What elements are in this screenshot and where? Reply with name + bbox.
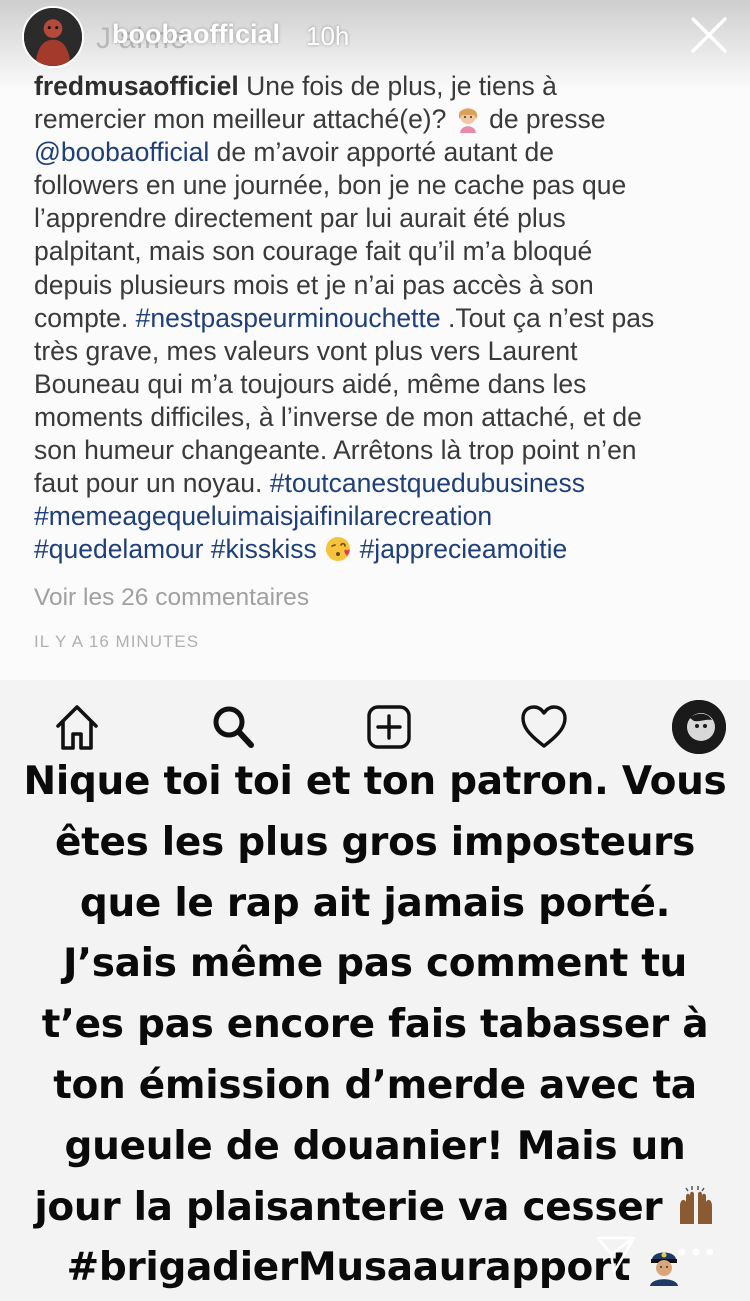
woman-tipping-hand-emoji: [454, 105, 482, 134]
overlay-line-text: ton émission d’merde avec ta: [53, 1062, 697, 1108]
caption-text: palpitant, mais son courage fait qu’il m…: [34, 236, 593, 267]
story-username[interactable]: boobaofficial: [112, 19, 280, 50]
hashtag-link[interactable]: #toutcanestquedubusiness: [270, 468, 585, 498]
caption-text: compte.: [34, 302, 136, 333]
more-options-icon[interactable]: [676, 1242, 716, 1262]
caption-text: l’apprendre directement par lui aurait é…: [34, 203, 566, 234]
send-message-icon[interactable]: [594, 1232, 638, 1276]
face-blowing-kiss-emoji: [324, 535, 352, 563]
caption-text: moments difficiles, à l’inverse de mon a…: [34, 401, 642, 432]
caption-text: depuis plusieurs mois et je n’ai pas acc…: [34, 269, 594, 300]
caption-line: moments difficiles, à l’inverse de mon a…: [34, 401, 744, 434]
caption-line: followers en une journée, bon je ne cach…: [34, 169, 744, 202]
caption-line: depuis plusieurs mois et je n’ai pas acc…: [34, 269, 744, 302]
hashtag-link[interactable]: #memeagequeluimaisjaifinilarecreation: [34, 501, 492, 531]
caption-text: de m’avoir apporté autant de: [209, 137, 554, 168]
caption-text: très grave, mes valeurs vont plus vers L…: [34, 335, 578, 366]
story-time: 10h: [306, 21, 350, 51]
caption-line: Bouneau qui m’a toujours aidé, même dans…: [34, 368, 744, 401]
overlay-line-text: t’es pas encore fais tabasser à: [41, 1002, 709, 1048]
close-icon[interactable]: [688, 14, 730, 56]
overlay-line: J’sais même pas comment tu: [10, 934, 740, 995]
overlay-line: ton émission d’merde avec ta: [10, 1056, 740, 1117]
overlay-line: jour la plaisanterie va cesser: [10, 1178, 740, 1239]
hashtag-link[interactable]: @boobaofficial: [34, 137, 209, 167]
caption-text: de presse: [481, 104, 606, 135]
overlay-line: que le rap ait jamais porté.: [10, 874, 740, 935]
caption-text: [352, 534, 359, 564]
caption-line: son humeur changeante. Arrêtons là trop …: [34, 434, 744, 467]
caption-text: Bouneau qui m’a toujours aidé, même dans…: [34, 368, 587, 399]
overlay-line-text: gueule de douanier! Mais un: [64, 1123, 686, 1169]
caption-text: son humeur changeante. Arrêtons là trop …: [34, 435, 637, 466]
new-post-icon[interactable]: [362, 700, 416, 754]
overlay-line-text: #brigadierMusaaurapport: [66, 1245, 644, 1291]
heart-icon[interactable]: [517, 700, 571, 754]
story-overlay-text: Nique toi toi et ton patron. Vous êtes le…: [10, 752, 740, 1299]
caption-line: #quedelamour #kisskiss #japprecieamoitie: [34, 533, 744, 566]
caption-line: compte. #nestpaspeurminouchette .Tout ça…: [34, 302, 744, 335]
overlay-line: Nique toi toi et ton patron. Vous: [10, 752, 740, 813]
overlay-line: t’es pas encore fais tabasser à: [10, 995, 740, 1056]
post-caption: fredmusaofficiel Une fois de plus, je ti…: [34, 70, 744, 566]
caption-line: #memeagequeluimaisjaifinilarecreation: [34, 500, 744, 533]
instagram-nav-bar: [0, 700, 750, 760]
caption-line: l’apprendre directement par lui aurait é…: [34, 202, 744, 235]
view-comments-link[interactable]: Voir les 26 commentaires: [34, 584, 309, 612]
caption-text: followers en une journée, bon je ne cach…: [34, 170, 627, 201]
overlay-line: êtes les plus gros imposteurs: [10, 813, 740, 874]
caption-line: palpitant, mais son courage fait qu’il m…: [34, 235, 744, 268]
profile-avatar-icon[interactable]: [672, 700, 726, 754]
caption-line: remercier mon meilleur attaché(e)? de pr…: [34, 103, 744, 136]
hashtag-link[interactable]: #japprecieamoitie: [360, 534, 568, 564]
story-avatar[interactable]: [22, 6, 84, 68]
caption-line: faut pour un noyau. #toutcanestquedubusi…: [34, 467, 744, 500]
caption-text: remercier mon meilleur attaché(e)?: [34, 104, 454, 135]
hashtag-link[interactable]: #quedelamour #kisskiss: [34, 534, 317, 564]
overlay-line-text: J’sais même pas comment tu: [62, 941, 688, 987]
caption-text: .Tout ça n’est pas: [440, 302, 655, 333]
caption-text: [317, 534, 324, 564]
caption-text: faut pour un noyau.: [34, 468, 270, 499]
overlay-line-text: que le rap ait jamais porté.: [79, 880, 671, 926]
overlay-line: gueule de douanier! Mais un: [10, 1117, 740, 1178]
overlay-line-text: êtes les plus gros imposteurs: [54, 819, 696, 865]
hashtag-link[interactable]: #nestpaspeurminouchette: [136, 303, 441, 333]
home-icon[interactable]: [50, 700, 104, 754]
caption-line: @boobaofficial de m’avoir apporté autant…: [34, 136, 744, 169]
caption-line: très grave, mes valeurs vont plus vers L…: [34, 335, 744, 368]
search-icon[interactable]: [206, 700, 260, 754]
post-timestamp: IL Y A 16 MINUTES: [34, 632, 200, 651]
raising-hands-emoji: [676, 1185, 716, 1226]
overlay-line-text: Nique toi toi et ton patron. Vous: [23, 759, 727, 804]
overlay-line-text: jour la plaisanterie va cesser: [34, 1184, 676, 1230]
